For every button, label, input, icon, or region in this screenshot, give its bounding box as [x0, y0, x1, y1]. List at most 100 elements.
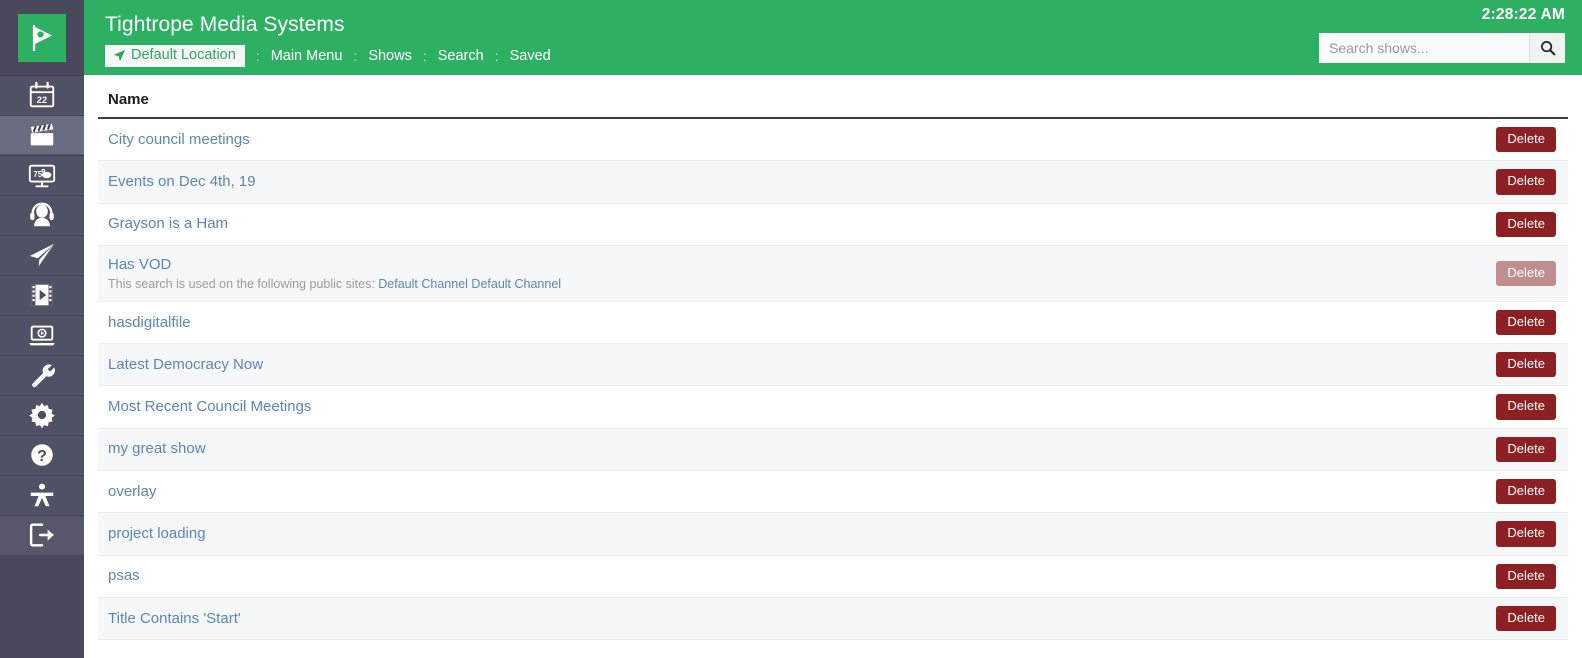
film-strip-play-icon — [27, 280, 57, 310]
cell-actions: Delete — [1398, 301, 1568, 343]
saved-search-link[interactable]: City council meetings — [108, 131, 250, 148]
cell-actions: Delete — [1398, 386, 1568, 428]
breadcrumb-item-shows[interactable]: Shows — [368, 48, 412, 64]
sidebar-item-weather[interactable]: 75 — [0, 155, 84, 195]
saved-search-link[interactable]: project loading — [108, 525, 206, 542]
gear-icon — [27, 400, 57, 430]
saved-searches-table: Name City council meetingsDeleteEvents o… — [98, 75, 1568, 640]
table-row: Most Recent Council Meetings Delete — [98, 386, 1568, 428]
cell-name: hasdigitalfile — [98, 301, 1398, 343]
cell-actions: Delete — [1398, 471, 1568, 513]
sidebar-item-media[interactable] — [0, 275, 84, 315]
table-row: my great show Delete — [98, 428, 1568, 470]
sidebar-item-settings[interactable] — [0, 395, 84, 435]
cell-actions: Delete — [1398, 597, 1568, 639]
public-site-link[interactable]: Default Channel — [378, 277, 468, 291]
sidebar-item-tools[interactable] — [0, 355, 84, 395]
breadcrumb-item-main-menu[interactable]: Main Menu — [271, 48, 343, 64]
cell-actions: Delete — [1398, 118, 1568, 161]
delete-button[interactable]: Delete — [1496, 127, 1556, 152]
delete-button[interactable]: Delete — [1496, 212, 1556, 237]
delete-button[interactable]: Delete — [1496, 310, 1556, 335]
saved-search-link[interactable]: hasdigitalfile — [108, 314, 191, 331]
breadcrumb-item-search[interactable]: Search — [438, 48, 484, 64]
search-submit-button[interactable] — [1529, 33, 1565, 63]
delete-button[interactable]: Delete — [1496, 437, 1556, 462]
accessibility-icon — [27, 480, 57, 510]
delete-button[interactable]: Delete — [1496, 169, 1556, 194]
delete-button[interactable]: Delete — [1496, 606, 1556, 631]
content-area: Name City council meetingsDeleteEvents o… — [84, 75, 1582, 640]
breadcrumb: Default Location :Main Menu:Shows:Search… — [105, 45, 551, 67]
table-row: overlay Delete — [98, 471, 1568, 513]
table-row: Grayson is a Ham Delete — [98, 203, 1568, 245]
calendar-22-icon: 22 — [27, 80, 57, 110]
app-root: 22 75? Tightrope Media Systems Default Lo… — [0, 0, 1582, 658]
logout-icon — [27, 520, 57, 550]
svg-text:?: ? — [37, 448, 47, 465]
main-area: Tightrope Media Systems Default Location… — [84, 0, 1582, 658]
search-icon — [1540, 40, 1556, 56]
saved-search-link[interactable]: Most Recent Council Meetings — [108, 398, 311, 415]
sidebar-item-player[interactable] — [0, 315, 84, 355]
saved-search-link[interactable]: Grayson is a Ham — [108, 215, 228, 232]
public-site-link[interactable]: Default Channel — [471, 277, 561, 291]
public-sites-note: This search is used on the following pub… — [108, 277, 1398, 291]
cell-name: Grayson is a Ham — [98, 203, 1398, 245]
sidebar-item-shows[interactable] — [0, 115, 84, 155]
delete-button[interactable]: Delete — [1496, 521, 1556, 546]
laptop-play-icon — [27, 320, 57, 350]
sidebar-item-calendar[interactable]: 22 — [0, 75, 84, 115]
sidebar-item-logout[interactable] — [0, 515, 84, 555]
sidebar-item-messages[interactable] — [0, 235, 84, 275]
weather-monitor-icon: 75 — [27, 160, 57, 190]
table-row: Latest Democracy Now Delete — [98, 344, 1568, 386]
svg-text:75: 75 — [33, 170, 42, 179]
svg-text:22: 22 — [37, 95, 47, 105]
top-header: Tightrope Media Systems Default Location… — [84, 0, 1582, 75]
cell-actions: Delete — [1398, 555, 1568, 597]
delete-button: Delete — [1496, 261, 1556, 286]
table-row: Events on Dec 4th, 19 Delete — [98, 161, 1568, 203]
cell-name: Title Contains 'Start' — [98, 597, 1398, 639]
location-label: Default Location — [131, 48, 236, 63]
delete-button[interactable]: Delete — [1496, 564, 1556, 589]
saved-search-link[interactable]: Title Contains 'Start' — [108, 610, 241, 627]
wrench-icon — [27, 360, 57, 390]
cell-actions: Delete — [1398, 513, 1568, 555]
clock-display: 2:28:22 AM — [1482, 6, 1565, 24]
public-sites-note-text: This search is used on the following pub… — [108, 277, 378, 291]
page-title: Tightrope Media Systems — [105, 13, 345, 37]
cell-name: my great show — [98, 428, 1398, 470]
sidebar-item-help[interactable]: ? — [0, 435, 84, 475]
saved-search-link[interactable]: Events on Dec 4th, 19 — [108, 173, 256, 190]
cell-actions: Delete — [1398, 203, 1568, 245]
breadcrumb-item-saved[interactable]: Saved — [510, 48, 551, 64]
paper-plane-icon — [27, 240, 57, 270]
cell-name: City council meetings — [98, 118, 1398, 161]
cell-name: Events on Dec 4th, 19 — [98, 161, 1398, 203]
cell-name: project loading — [98, 513, 1398, 555]
search-input[interactable] — [1319, 33, 1529, 63]
sidebar-logo[interactable] — [0, 0, 84, 75]
cell-name: psas — [98, 555, 1398, 597]
saved-search-link[interactable]: my great show — [108, 440, 206, 457]
clapperboard-icon — [27, 120, 57, 150]
delete-button[interactable]: Delete — [1496, 352, 1556, 377]
delete-button[interactable]: Delete — [1496, 394, 1556, 419]
saved-search-link[interactable]: overlay — [108, 483, 156, 500]
cell-name: Most Recent Council Meetings — [98, 386, 1398, 428]
table-row: project loading Delete — [98, 513, 1568, 555]
table-row: psas Delete — [98, 555, 1568, 597]
sidebar-nav: 22 75? — [0, 75, 84, 555]
delete-button[interactable]: Delete — [1496, 479, 1556, 504]
sidebar-item-accessibility[interactable] — [0, 475, 84, 515]
saved-search-link[interactable]: Has VOD — [108, 256, 171, 273]
breadcrumb-separator: : — [342, 48, 368, 64]
location-chip[interactable]: Default Location — [105, 45, 245, 67]
saved-search-link[interactable]: psas — [108, 567, 140, 584]
column-header-name: Name — [98, 75, 1398, 118]
column-header-actions — [1398, 75, 1568, 118]
sidebar-item-audio[interactable] — [0, 195, 84, 235]
saved-search-link[interactable]: Latest Democracy Now — [108, 356, 263, 373]
